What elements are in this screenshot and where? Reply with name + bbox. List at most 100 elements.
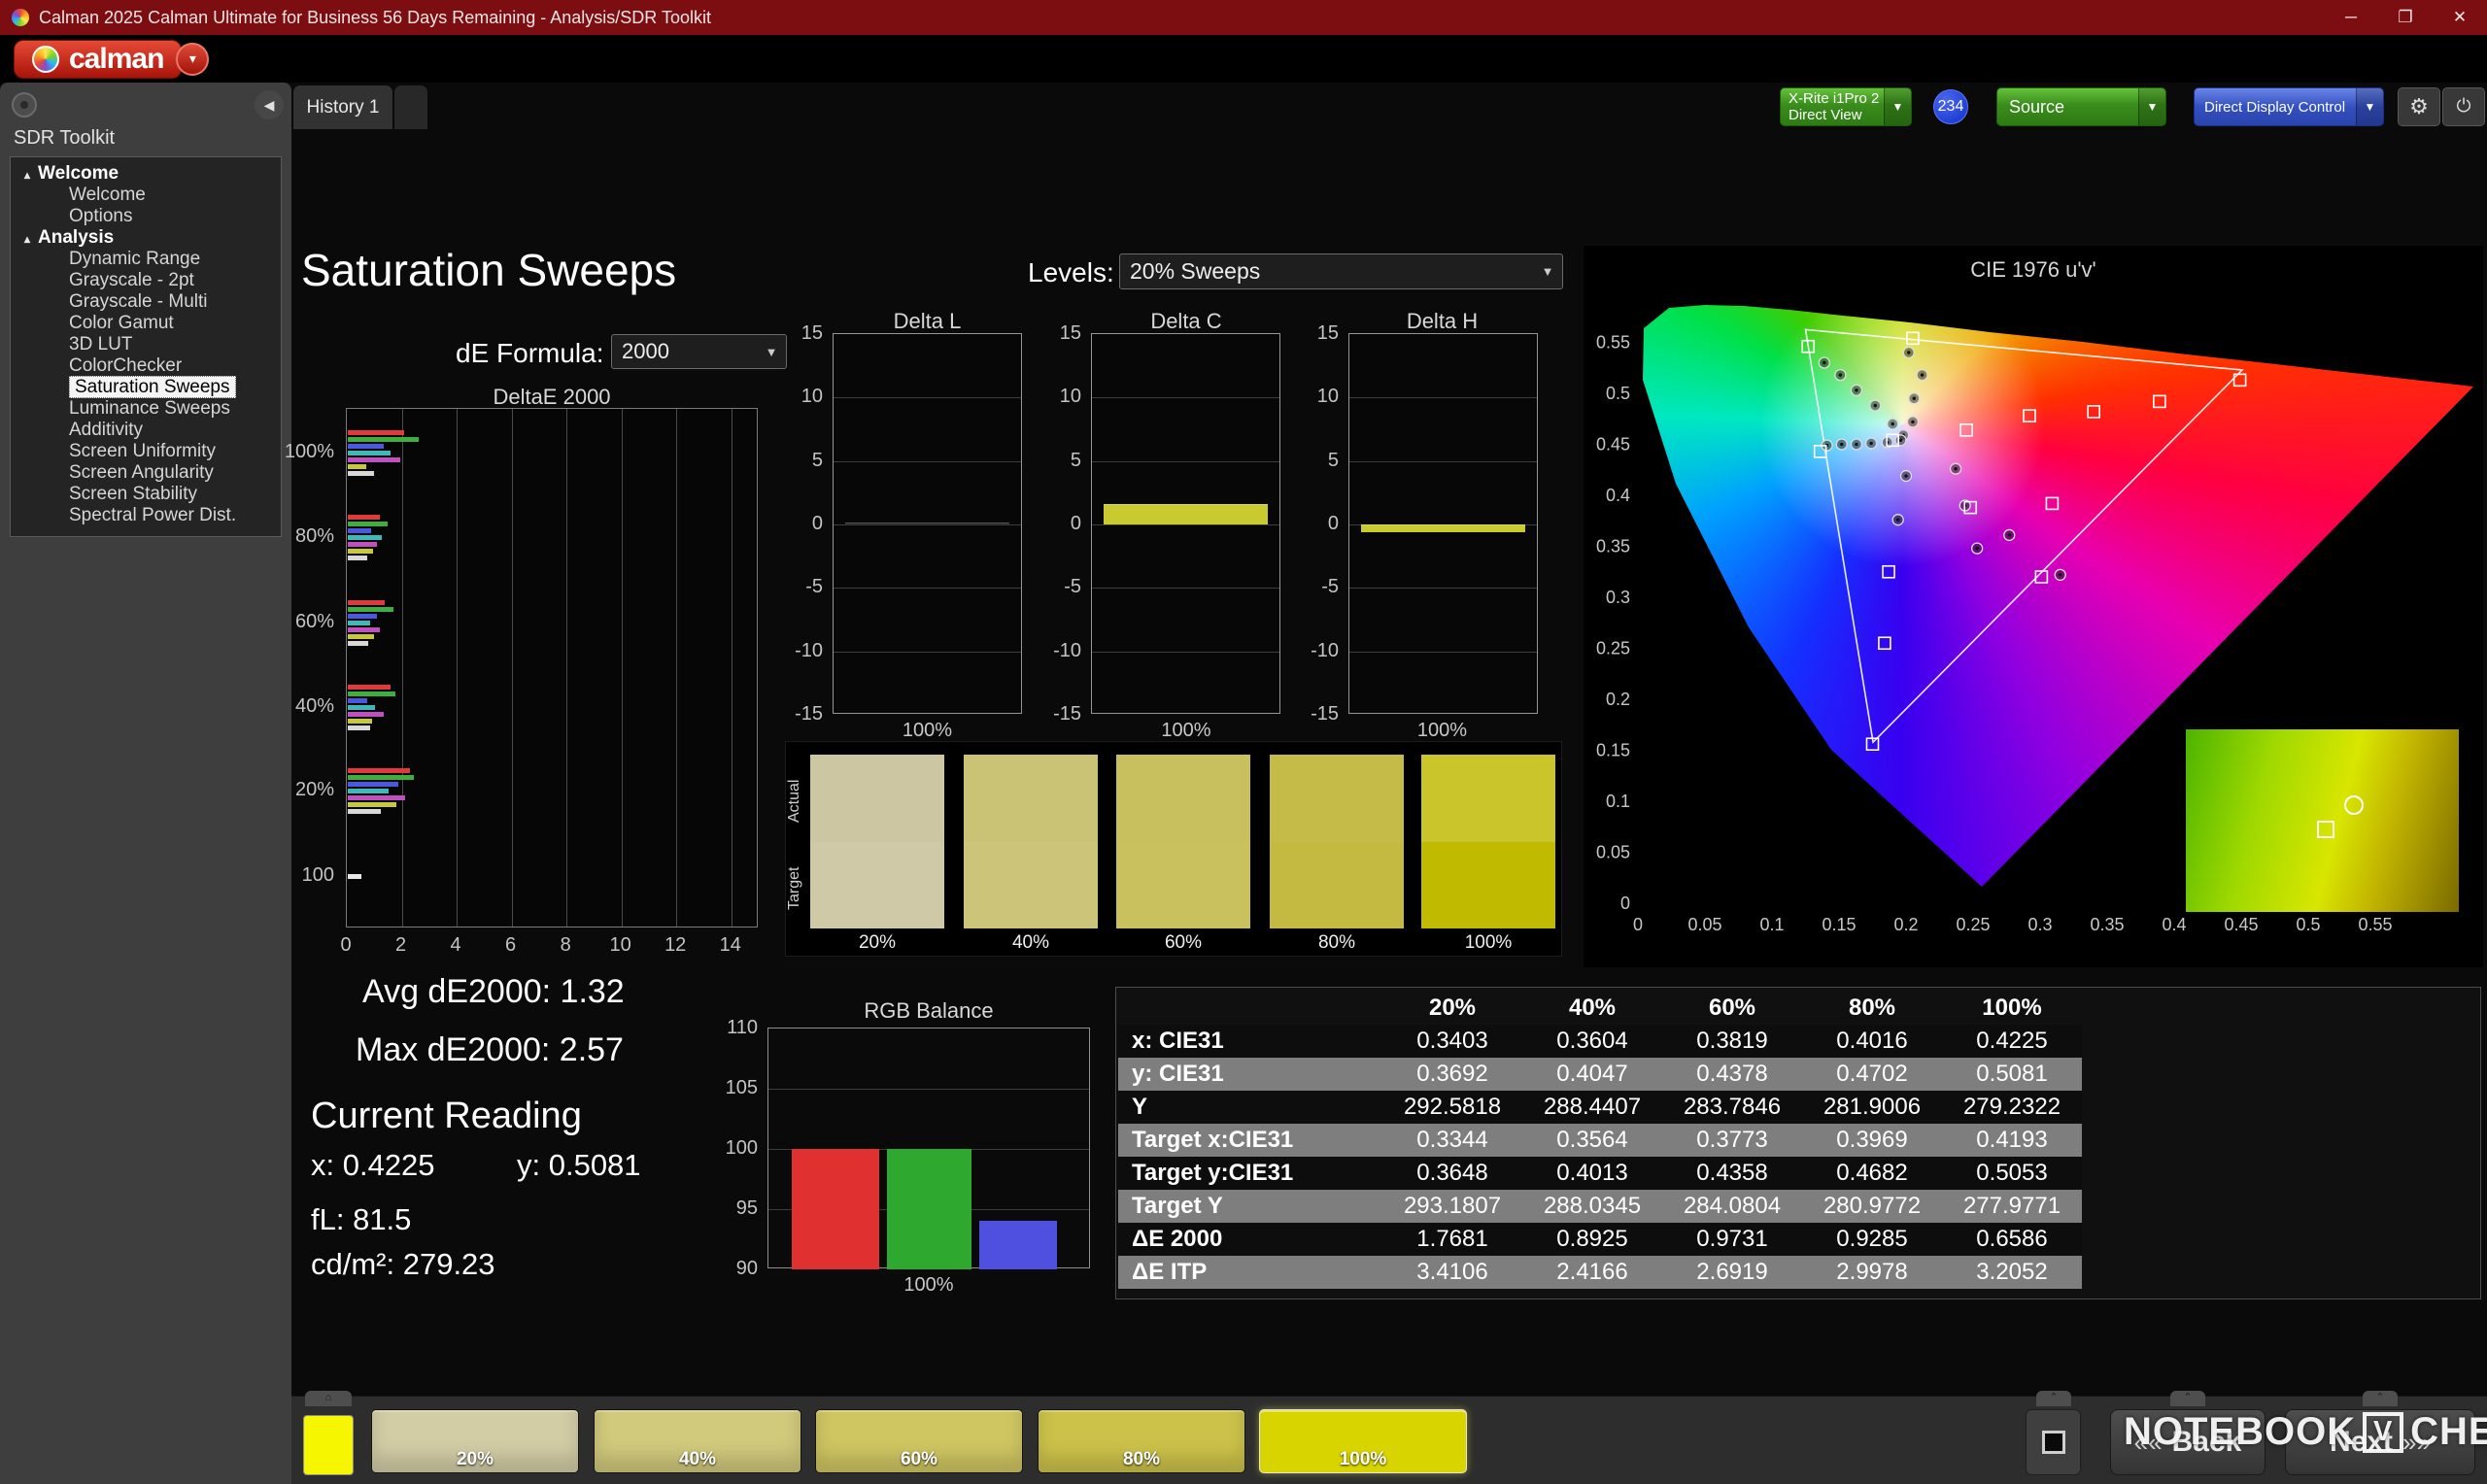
calman-logo[interactable]: calman <box>14 39 183 79</box>
close-button[interactable]: ✕ <box>2433 0 2487 35</box>
pattern-bar-handle[interactable]: ⌃ <box>2036 1391 2071 1406</box>
cell-value: 281.9006 <box>1823 1094 1922 1120</box>
row-label: Target x:CIE31 <box>1132 1127 1294 1153</box>
sidebar-item-label: Grayscale - Multi <box>69 291 208 312</box>
row-label: ΔE ITP <box>1132 1259 1208 1285</box>
brand-name: calman <box>69 42 164 75</box>
sidebar-item-color-gamut[interactable]: Color Gamut <box>11 313 281 334</box>
table-row: ΔE ITP 3.4106 2.4166 2.6919 2.9978 3.2052 <box>1118 1256 2082 1289</box>
sidebar-item-saturation-sweeps[interactable]: Saturation Sweeps <box>11 376 281 398</box>
x-tick-label: 0.45 <box>2224 915 2258 934</box>
sidebar-item-analysis[interactable]: ▴ Analysis <box>11 227 281 249</box>
gridline <box>457 409 459 927</box>
sweep-button-100%[interactable]: 100% <box>1259 1409 1467 1473</box>
deltae-bar <box>348 470 374 476</box>
collapse-sidebar-button[interactable]: ◀ <box>255 90 284 119</box>
rgb-bar-b <box>979 1221 1057 1269</box>
table-row: Target Y 293.1807 288.0345 284.0804 280.9772… <box>1118 1190 2082 1223</box>
deltae-bar <box>348 725 370 730</box>
new-tab-button[interactable] <box>394 85 427 129</box>
table-header-row: 20% 40% 60% 80% 100% <box>1118 992 2082 1025</box>
deltae-bar <box>348 873 362 879</box>
rgb-balance-title: RGB Balance <box>864 998 994 1023</box>
deltae-y-axis: 100% 80% 60% 40% 20% 100 <box>276 408 338 928</box>
y-tick-label: 100% <box>284 441 334 462</box>
sidebar-item-screen-stability[interactable]: Screen Stability <box>11 484 281 505</box>
y-tick-label: 0 <box>1070 513 1081 534</box>
y-tick-label: 90 <box>735 1258 758 1279</box>
swatch-40%: 40% <box>964 755 1098 953</box>
workflow-options-button[interactable] <box>12 92 37 118</box>
sidebar-item-3d-lut[interactable]: 3D LUT <box>11 334 281 355</box>
cell-value: 2.4166 <box>1556 1259 1628 1285</box>
gridline <box>834 397 1021 399</box>
deltae-bar <box>348 711 384 717</box>
x-tick-label: 8 <box>560 934 571 956</box>
sidebar-item-grayscale-multi[interactable]: Grayscale - Multi <box>11 291 281 313</box>
sidebar-item-options[interactable]: Options <box>11 206 281 227</box>
target-point <box>1959 423 1973 437</box>
pattern-window-button[interactable] <box>2026 1409 2081 1475</box>
maximize-button[interactable]: ❐ <box>2378 0 2433 35</box>
sweep-button-60%[interactable]: 60% <box>815 1409 1023 1473</box>
cell-value: 0.3344 <box>1416 1127 1488 1153</box>
max-de2000: Max dE2000: 2.57 <box>356 1031 624 1068</box>
current-reading-title: Current Reading <box>311 1096 582 1136</box>
measurement-point-center <box>1855 388 1858 392</box>
sidebar-item-dynamic-range[interactable]: Dynamic Range <box>11 249 281 270</box>
meter-mode: Direct View <box>1789 107 1862 123</box>
sweep-button-80%[interactable]: 80% <box>1038 1409 1245 1473</box>
pattern-bar-handle[interactable]: ⌂ <box>305 1391 352 1406</box>
power-icon: ⏻ <box>2456 96 2471 117</box>
y-tick-label: 5 <box>811 449 823 471</box>
y-tick-label: 60% <box>294 611 334 632</box>
levels-dropdown[interactable]: 20% Sweeps ▼ <box>1119 253 1563 289</box>
sidebar-item-additivity[interactable]: Additivity <box>11 420 281 441</box>
sidebar-item-screen-angularity[interactable]: Screen Angularity <box>11 462 281 484</box>
deltae-bar <box>348 521 388 526</box>
y-tick-label: -5 <box>805 576 823 598</box>
swatch-label: 60% <box>1164 932 1203 953</box>
pattern-bar-handle[interactable]: ⌃ <box>2170 1391 2205 1406</box>
sidebar-item-colorchecker[interactable]: ColorChecker <box>11 355 281 377</box>
cell-value: 0.8925 <box>1556 1226 1628 1252</box>
settings-button[interactable]: ⚙ <box>2398 87 2440 126</box>
swatch-strip: Actual Target 20% 40% 60% 80% 100% <box>785 741 1562 957</box>
display-control-dropdown[interactable]: Direct Display Control ▼ <box>2194 87 2384 126</box>
sweep-button-20%[interactable]: 20% <box>371 1409 579 1473</box>
sidebar-item-grayscale-2pt[interactable]: Grayscale - 2pt <box>11 270 281 291</box>
swatch-60%: 60% <box>1116 755 1250 953</box>
sweep-button-40%[interactable]: 40% <box>594 1409 801 1473</box>
delta-l-x-label: 100% <box>902 720 953 741</box>
app-menu-button[interactable]: ▾ <box>176 42 210 76</box>
deltae-bar <box>348 463 366 469</box>
minimize-button[interactable]: ─ <box>2324 0 2378 35</box>
sidebar-item-welcome[interactable]: ▴ Welcome <box>11 163 281 185</box>
pattern-home-swatch[interactable] <box>303 1415 354 1475</box>
cell-value: 280.9772 <box>1823 1193 1922 1219</box>
de-formula-dropdown[interactable]: 2000 ▼ <box>611 334 787 369</box>
y-tick-label: 0.35 <box>1596 537 1630 556</box>
y-tick-label: 110 <box>727 1017 758 1038</box>
app-icon <box>12 9 29 26</box>
cie-chart-panel: CIE 1976 u'v' 0 0 0.05 0.05 0.1 0.1 0.15 0.15 0.… <box>1584 246 2483 967</box>
tab-history-1[interactable]: History 1 <box>293 85 392 129</box>
meter-dropdown[interactable]: X-Rite i1Pro 2 Direct View ▼ <box>1780 87 1912 126</box>
sidebar-item-screen-uniformity[interactable]: Screen Uniformity <box>11 441 281 462</box>
source-dropdown[interactable]: Source ▼ <box>1996 87 2166 126</box>
swatch-100%: 100% <box>1421 755 1555 953</box>
y-tick-label: -15 <box>1311 703 1339 725</box>
sidebar-item-label: ColorChecker <box>69 355 183 376</box>
gridline <box>1349 397 1537 399</box>
pattern-bar-handle[interactable]: ⌃ <box>2363 1391 2398 1406</box>
rgb-x-label: 100% <box>903 1274 954 1296</box>
sidebar-item-spectral-power-dist[interactable]: Spectral Power Dist. <box>11 505 281 526</box>
deltae-bar <box>348 541 377 547</box>
square-icon <box>2041 1431 2065 1454</box>
y-tick-label: 0.55 <box>1596 333 1630 353</box>
sidebar-item-welcome[interactable]: Welcome <box>11 185 281 206</box>
swatch-label: 20% <box>858 932 897 953</box>
cell-value: 288.0345 <box>1543 1193 1642 1219</box>
sidebar-item-luminance-sweeps[interactable]: Luminance Sweeps <box>11 398 281 420</box>
power-button[interactable]: ⏻ <box>2442 87 2485 126</box>
